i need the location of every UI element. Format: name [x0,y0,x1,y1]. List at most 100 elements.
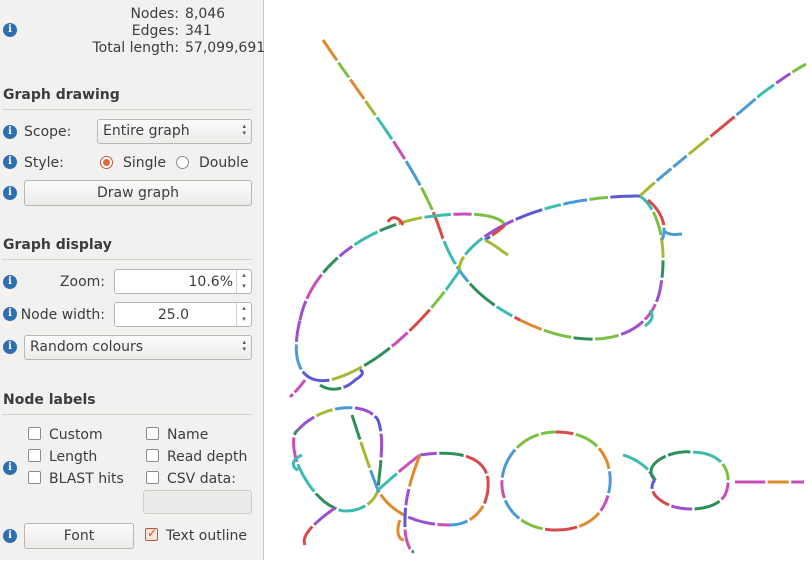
custom-label[interactable]: Custom [49,427,103,443]
graph-node[interactable] [450,521,468,525]
graph-node[interactable] [378,474,397,491]
name-checkbox[interactable] [146,427,159,440]
spin-arrows-icon[interactable]: ▴ ▾ [236,303,251,326]
style-double-label[interactable]: Double [199,155,249,171]
graph-node[interactable] [595,335,619,339]
graph-node[interactable] [406,161,420,185]
graph-node[interactable] [465,238,482,254]
draw-graph-button[interactable]: Draw graph [24,180,252,206]
graph-node[interactable] [623,455,648,470]
graph-node[interactable] [737,99,756,115]
blast-hits-label[interactable]: BLAST hits [49,471,124,487]
graph-node[interactable] [446,270,460,290]
graph-node[interactable] [545,205,561,209]
graph-node[interactable] [657,169,672,181]
graph-node[interactable] [361,442,370,468]
graph-node[interactable] [393,141,404,159]
graph-node[interactable] [723,464,729,480]
graph-node[interactable] [563,200,587,204]
graph-node[interactable] [398,520,404,540]
graph-node[interactable] [438,524,451,525]
graph-node[interactable] [335,408,352,410]
graph-node[interactable] [662,228,664,240]
graph-node[interactable] [517,435,539,448]
graph-node[interactable] [298,417,314,430]
graph-node[interactable] [290,394,293,397]
graph-node[interactable] [656,280,661,302]
graph-node[interactable] [314,508,335,525]
graph-node[interactable] [298,464,314,491]
graph-node[interactable] [354,232,377,245]
graph-node[interactable] [338,63,348,78]
graph-node[interactable] [304,527,312,545]
graph-node[interactable] [668,452,690,456]
graph-node[interactable] [408,517,435,524]
graph-node[interactable] [722,483,729,500]
graph-node[interactable] [303,372,330,381]
graph-node[interactable] [653,491,669,505]
graph-node[interactable] [405,530,410,549]
style-single-label[interactable]: Single [123,155,166,171]
graph-node[interactable] [350,79,364,99]
colour-scheme-select[interactable]: Random colours ▴ ▾ [24,335,252,360]
graph-node[interactable] [609,471,611,493]
custom-checkbox[interactable] [28,427,41,440]
graph-node[interactable] [380,224,396,230]
graph-node[interactable] [339,506,366,511]
graph-node[interactable] [579,513,599,527]
graph-node[interactable] [665,232,682,235]
info-icon[interactable]: i [3,307,17,321]
graph-node[interactable] [521,520,542,529]
graph-node[interactable] [296,344,301,369]
graph-node[interactable] [601,496,608,511]
graph-node[interactable] [295,380,305,392]
length-checkbox[interactable] [28,449,41,462]
graph-node[interactable] [695,501,720,509]
length-label[interactable]: Length [49,449,97,465]
graph-node[interactable] [792,64,806,72]
style-double-radio[interactable] [176,156,189,169]
graph-node[interactable] [431,292,444,308]
graph-node[interactable] [502,480,505,498]
scope-select[interactable]: Entire graph ▴ ▾ [97,119,252,144]
graph-node[interactable] [661,238,663,258]
graph-node[interactable] [392,333,408,347]
graph-node[interactable] [776,74,790,84]
graph-node[interactable] [576,434,597,446]
graph-node[interactable] [300,301,306,320]
graph-node[interactable] [520,320,542,329]
graph-node[interactable] [671,506,692,509]
graph-node[interactable] [662,260,663,277]
graph-node[interactable] [545,527,577,530]
graph-node[interactable] [599,448,609,469]
info-icon[interactable]: i [3,461,17,475]
info-icon[interactable]: i [3,155,17,169]
graph-node[interactable] [544,330,571,337]
graph-node[interactable] [466,456,487,473]
zoom-spinbox[interactable]: 10.6% ▴ ▾ [114,269,252,294]
graph-node[interactable] [381,434,382,458]
assembly-graph[interactable] [265,0,812,560]
graph-node[interactable] [320,385,341,389]
graph-node[interactable] [652,480,655,489]
graph-node[interactable] [474,214,504,223]
info-icon[interactable]: i [3,186,17,200]
graph-node[interactable] [502,450,515,478]
graph-node[interactable] [364,348,390,366]
csv-data-checkbox[interactable] [146,471,159,484]
graph-node[interactable] [323,258,337,273]
read-depth-label[interactable]: Read depth [167,449,247,465]
graph-node[interactable] [505,500,519,518]
csv-data-label[interactable]: CSV data: [167,471,236,487]
graph-node[interactable] [673,156,687,167]
font-button[interactable]: Font [24,523,134,549]
info-icon[interactable]: i [3,340,17,354]
graph-node[interactable] [377,117,392,139]
graph-node[interactable] [375,416,381,431]
graph-node[interactable] [405,508,406,527]
graph-node[interactable] [460,257,464,270]
graph-node[interactable] [485,240,508,255]
graph-node[interactable] [621,321,643,334]
graph-node[interactable] [352,415,360,440]
style-single-radio[interactable] [100,156,113,169]
